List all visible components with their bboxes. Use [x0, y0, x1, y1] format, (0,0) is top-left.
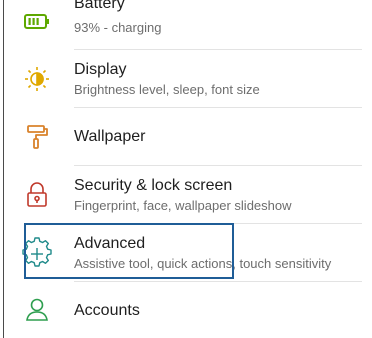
- advanced-gear-icon: [22, 237, 52, 267]
- paint-roller-icon: [22, 122, 52, 152]
- settings-item-title: Display: [74, 61, 127, 78]
- settings-item-title: Accounts: [74, 302, 140, 319]
- settings-item-display[interactable]: Display Brightness level, sleep, font si…: [0, 50, 372, 108]
- lock-icon: [22, 180, 52, 210]
- settings-list: Battery 93% - charging Display Brightnes…: [0, 0, 372, 338]
- settings-item-subtitle: Brightness level, sleep, font size: [74, 82, 260, 97]
- settings-item-wallpaper[interactable]: Wallpaper: [0, 108, 372, 166]
- settings-item-accounts[interactable]: Accounts: [0, 282, 372, 338]
- settings-item-battery[interactable]: Battery 93% - charging: [0, 0, 372, 50]
- settings-item-security[interactable]: Security & lock screen Fingerprint, face…: [0, 166, 372, 224]
- settings-item-title: Security & lock screen: [74, 177, 233, 194]
- settings-item-title: Advanced: [74, 235, 146, 252]
- settings-item-title: Battery: [74, 0, 125, 12]
- display-icon: [22, 64, 52, 94]
- person-icon: [22, 295, 52, 325]
- settings-item-advanced[interactable]: Advanced Assistive tool, quick actions, …: [0, 224, 372, 282]
- settings-item-title: Wallpaper: [74, 128, 146, 145]
- settings-item-subtitle: Fingerprint, face, wallpaper slideshow: [74, 198, 292, 213]
- battery-icon: [22, 7, 52, 37]
- settings-item-subtitle: Assistive tool, quick actions, touch sen…: [74, 256, 332, 271]
- settings-item-subtitle: 93% - charging: [74, 20, 162, 35]
